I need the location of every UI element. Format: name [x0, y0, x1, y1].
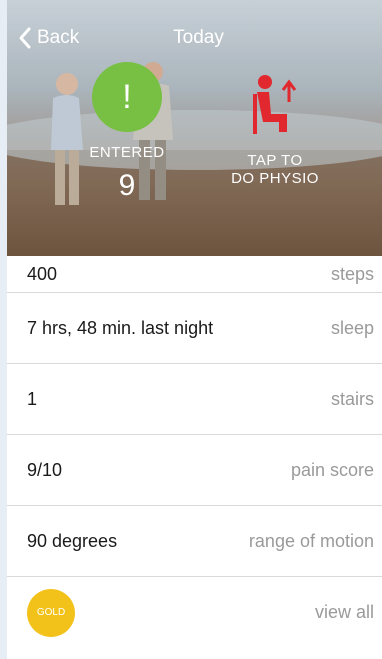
entered-status: ! ENTERED 9: [67, 62, 187, 203]
app-screen: Back Today ! ENTERED 9 TAP TO DO PHYSIO …: [7, 0, 382, 659]
metric-value: 400: [27, 264, 58, 284]
navigation-bar: Back Today: [7, 0, 382, 72]
metric-row-stairs[interactable]: 1 stairs: [7, 364, 382, 435]
metric-row-steps[interactable]: 400 steps: [7, 256, 382, 293]
page-title: Today: [173, 27, 224, 48]
physio-label: TAP TO DO PHYSIO: [215, 152, 335, 188]
metric-label: pain score: [290, 459, 374, 480]
status-label: ENTERED: [89, 144, 165, 161]
physio-label-line2: DO PHYSIO: [231, 170, 319, 187]
physio-button[interactable]: TAP TO DO PHYSIO: [215, 72, 335, 188]
metric-value: 7 hrs, 48 min. last night: [27, 317, 214, 338]
metrics-list: 400 steps 7 hrs, 48 min. last night slee…: [7, 256, 382, 648]
metric-row-sleep[interactable]: 7 hrs, 48 min. last night sleep: [7, 293, 382, 364]
metric-value: 1: [27, 388, 38, 409]
metric-row-pain-score[interactable]: 9/10 pain score: [7, 435, 382, 506]
hero-banner: Back Today ! ENTERED 9 TAP TO DO PHYSIO: [7, 0, 382, 256]
seated-exercise-icon: [253, 75, 297, 134]
metric-label: steps: [330, 264, 374, 284]
metric-label: sleep: [330, 317, 374, 338]
physio-label-line1: TAP TO: [247, 152, 303, 169]
metric-label: stairs: [330, 388, 374, 409]
metric-row-range-of-motion[interactable]: 90 degrees range of motion: [7, 506, 382, 577]
exclamation-icon: !: [92, 62, 162, 132]
view-all-link[interactable]: view all: [315, 602, 374, 623]
metric-label: range of motion: [248, 530, 374, 551]
metric-value: 90 degrees: [27, 530, 118, 551]
footer-row: GOLD view all: [7, 577, 382, 648]
metric-value: 9/10: [27, 459, 63, 480]
status-value: 9: [118, 169, 136, 202]
gold-badge: GOLD: [27, 588, 75, 637]
